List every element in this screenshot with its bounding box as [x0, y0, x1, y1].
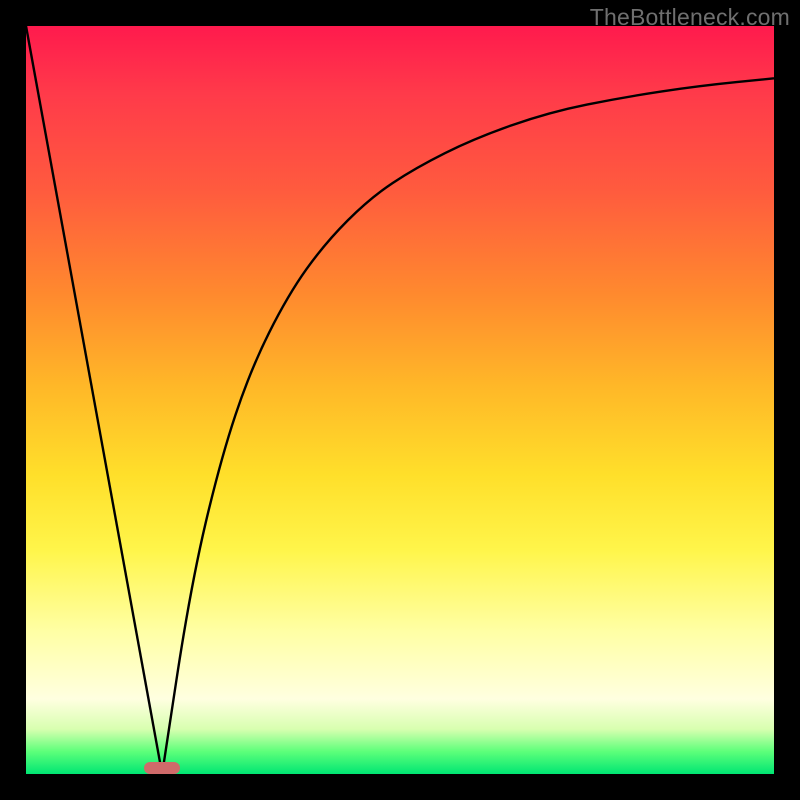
curve-right-branch	[162, 78, 774, 774]
watermark-text: TheBottleneck.com	[590, 4, 790, 31]
chart-frame: TheBottleneck.com	[0, 0, 800, 800]
plot-area	[26, 26, 774, 774]
curve-left-branch	[26, 26, 162, 774]
cusp-marker	[144, 762, 180, 774]
bottleneck-curve	[26, 26, 774, 774]
